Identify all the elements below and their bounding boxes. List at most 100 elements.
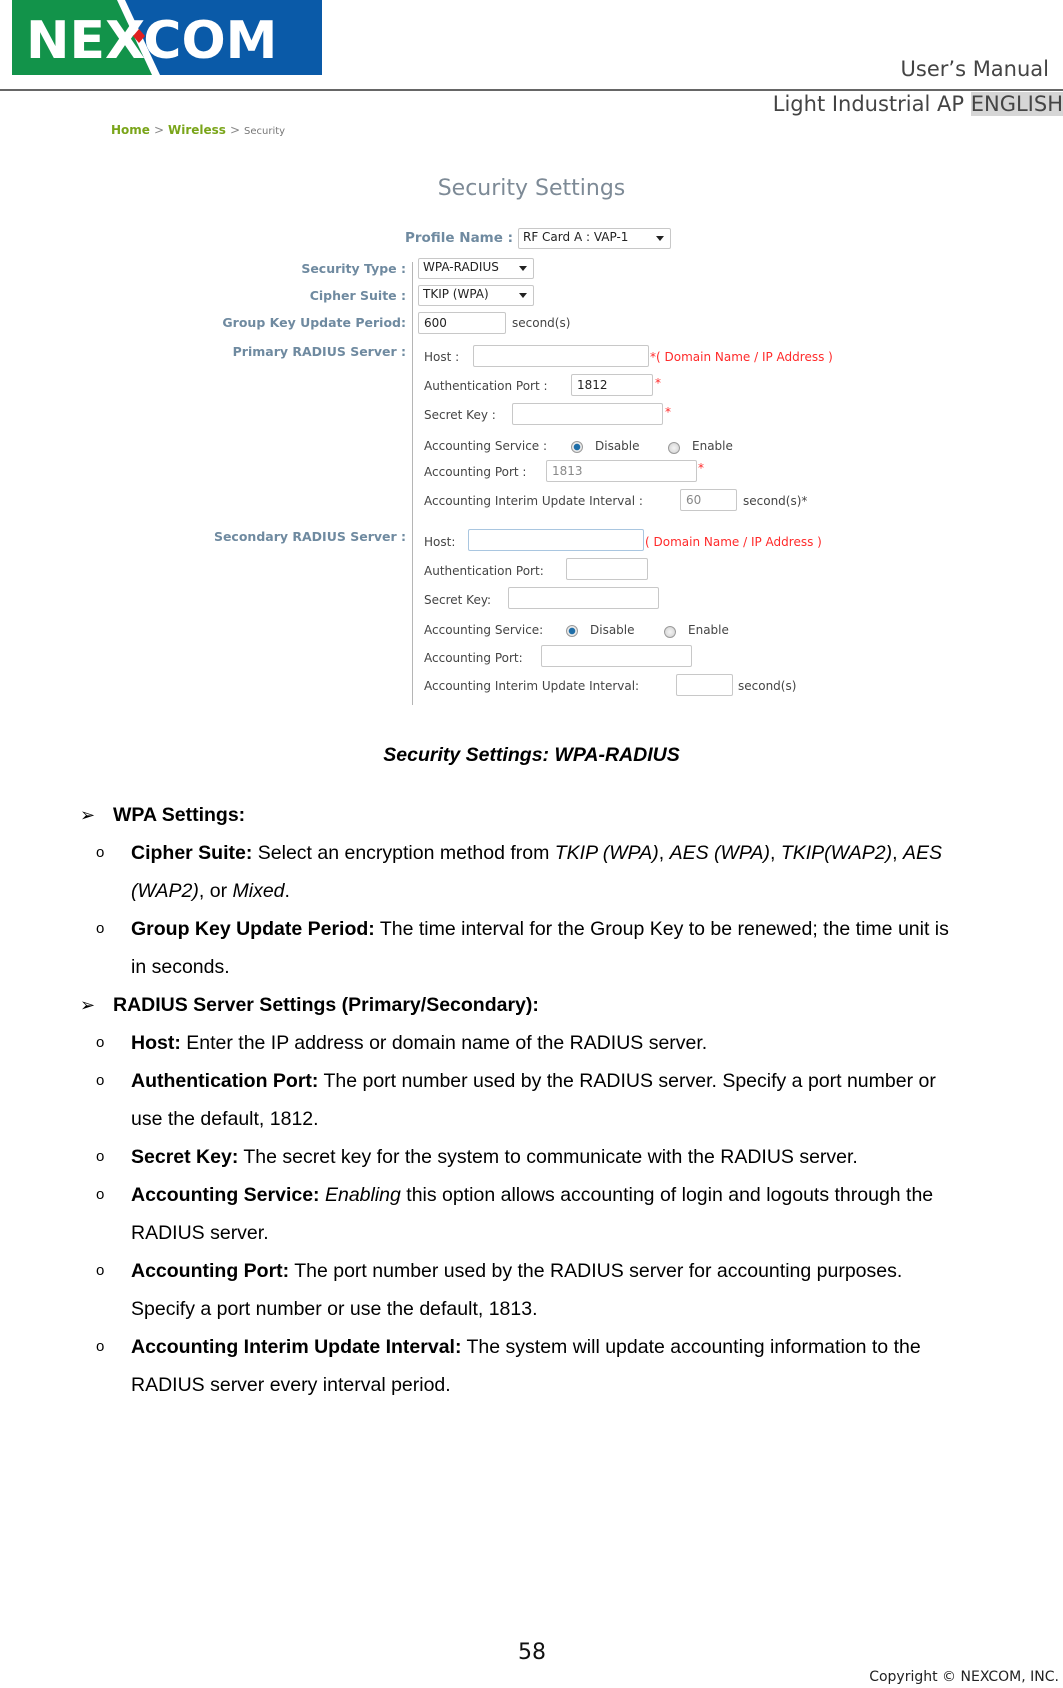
option: AES (WPA) [669,842,770,864]
profile-name-label: Profile Name : [404,230,513,246]
primary-acct-enable-radio[interactable] [668,442,680,454]
text: . [284,880,290,902]
primary-host-input[interactable] [473,345,649,367]
secondary-acct-disable-label: Disable [590,623,635,637]
arrow-bullet-icon: ➢ [80,805,96,825]
circle-bullet-icon: o [96,1148,105,1165]
language-label: ENGLISH [970,92,1063,116]
item-auth-port: Authentication Port: The port number use… [131,1069,936,1093]
section-radius-settings: RADIUS Server Settings (Primary/Secondar… [113,994,539,1016]
option: TKIP(WAP2) [780,842,893,864]
cipher-suite-value: TKIP (WPA) [423,287,489,301]
product-line: Light Industrial AP [772,92,965,116]
nexcom-logo: NEXCOM [12,0,322,75]
secondary-secret-key-label: Secret Key: [424,593,492,607]
term: Authentication Port: [131,1070,319,1092]
item-host: Host: Enter the IP address or domain nam… [131,1031,707,1055]
breadcrumb-separator: > [153,123,164,137]
security-type-value: WPA-RADIUS [423,260,499,274]
item-acct-service: Accounting Service: Enabling this option… [131,1183,933,1207]
text: , [892,842,903,864]
primary-interim-input[interactable]: 60 [680,489,737,511]
page-number: 58 [518,1640,546,1665]
text: The port number used by the RADIUS serve… [289,1260,903,1282]
security-type-select[interactable]: WPA-RADIUS [418,258,534,279]
secondary-acct-disable-radio[interactable] [566,625,578,637]
group-key-input[interactable]: 600 [418,312,506,334]
figure-caption: Security Settings: WPA-RADIUS [383,744,680,766]
arrow-bullet-icon: ➢ [80,995,96,1015]
text: , [770,842,781,864]
breadcrumb-separator: > [229,123,241,137]
primary-acct-disable-radio[interactable] [571,441,583,453]
item-interim-cont: RADIUS server every interval period. [131,1374,451,1396]
chevron-down-icon [519,293,527,298]
secondary-acct-service-label: Accounting Service: [424,623,544,637]
breadcrumb-wireless[interactable]: Wireless [168,123,226,137]
primary-acct-service-label: Accounting Service : [424,439,548,453]
chevron-down-icon [519,266,527,271]
required-mark: * [698,461,704,475]
emphasis: Enabling [324,1184,401,1206]
secondary-interim-label: Accounting Interim Update Interval: [424,679,640,693]
breadcrumb-home[interactable]: Home [111,123,150,137]
secondary-auth-port-input[interactable] [566,558,648,580]
secondary-host-input[interactable] [468,529,644,551]
chevron-down-icon [656,236,664,241]
text: The system will update accounting inform… [461,1336,921,1358]
primary-auth-port-input[interactable]: 1812 [571,374,653,396]
item-acct-port: Accounting Port: The port number used by… [131,1259,902,1283]
secondary-radius-label: Secondary RADIUS Server : [213,529,406,544]
logo-text: NEXCOM [26,11,277,71]
primary-acct-enable-label: Enable [692,439,733,453]
secondary-secret-key-input[interactable] [508,587,659,609]
term: Cipher Suite: [131,842,253,864]
circle-bullet-icon: o [96,1034,105,1051]
cipher-suite-label: Cipher Suite : [309,288,406,303]
secondary-interim-unit: second(s) [738,679,797,693]
security-type-label: Security Type : [301,261,406,276]
primary-interim-unit: second(s)* [743,494,807,508]
primary-auth-port-label: Authentication Port : [424,379,548,393]
primary-host-hint: *( Domain Name / IP Address ) [650,350,833,364]
secondary-host-hint: ( Domain Name / IP Address ) [645,535,822,549]
primary-secret-key-input[interactable] [512,403,663,425]
text: , or [198,880,233,902]
secondary-host-label: Host: [424,535,456,549]
item-acct-service-cont: RADIUS server. [131,1222,269,1244]
group-key-unit: second(s) [512,316,571,330]
secondary-acct-enable-radio[interactable] [664,626,676,638]
cipher-suite-select[interactable]: TKIP (WPA) [418,285,534,306]
term: Accounting Service: [131,1184,320,1206]
secondary-acct-port-label: Accounting Port: [424,651,523,665]
option: AES [902,842,942,864]
required-mark: * [665,405,671,419]
primary-acct-port-input[interactable]: 1813 [546,460,697,482]
text: The secret key for the system to communi… [238,1146,858,1168]
required-mark: * [655,376,661,390]
term: Accounting Port: [131,1260,290,1282]
profile-name-value: RF Card A : VAP-1 [523,230,629,244]
primary-interim-unit-text: second(s)* [743,494,808,508]
profile-name-select[interactable]: RF Card A : VAP-1 [518,228,671,249]
option: Mixed [232,880,285,902]
circle-bullet-icon: o [96,1186,105,1203]
text: Select an encryption method from [252,842,555,864]
header-divider [0,89,1063,91]
item-group-key: Group Key Update Period: The time interv… [131,917,949,941]
text: this option allows accounting of login a… [400,1184,934,1206]
header-subtitle: Light Industrial AP ENGLISH [773,92,1063,116]
primary-secret-key-label: Secret Key : [424,408,496,422]
option: (WAP2) [131,880,199,902]
text: The port number used by the RADIUS serve… [318,1070,936,1092]
copyright: Copyright © NEXCOM, INC. [869,1669,1059,1685]
manual-label: User’s Manual [900,57,1049,81]
group-key-label: Group Key Update Period: [222,315,406,330]
circle-bullet-icon: o [96,920,105,937]
secondary-interim-input[interactable] [676,674,733,696]
term: Group Key Update Period: [131,918,375,940]
secondary-acct-port-input[interactable] [541,645,692,667]
form-title: Security Settings [437,176,626,201]
term: Host: [131,1032,181,1054]
term: Accounting Interim Update Interval: [131,1336,462,1358]
